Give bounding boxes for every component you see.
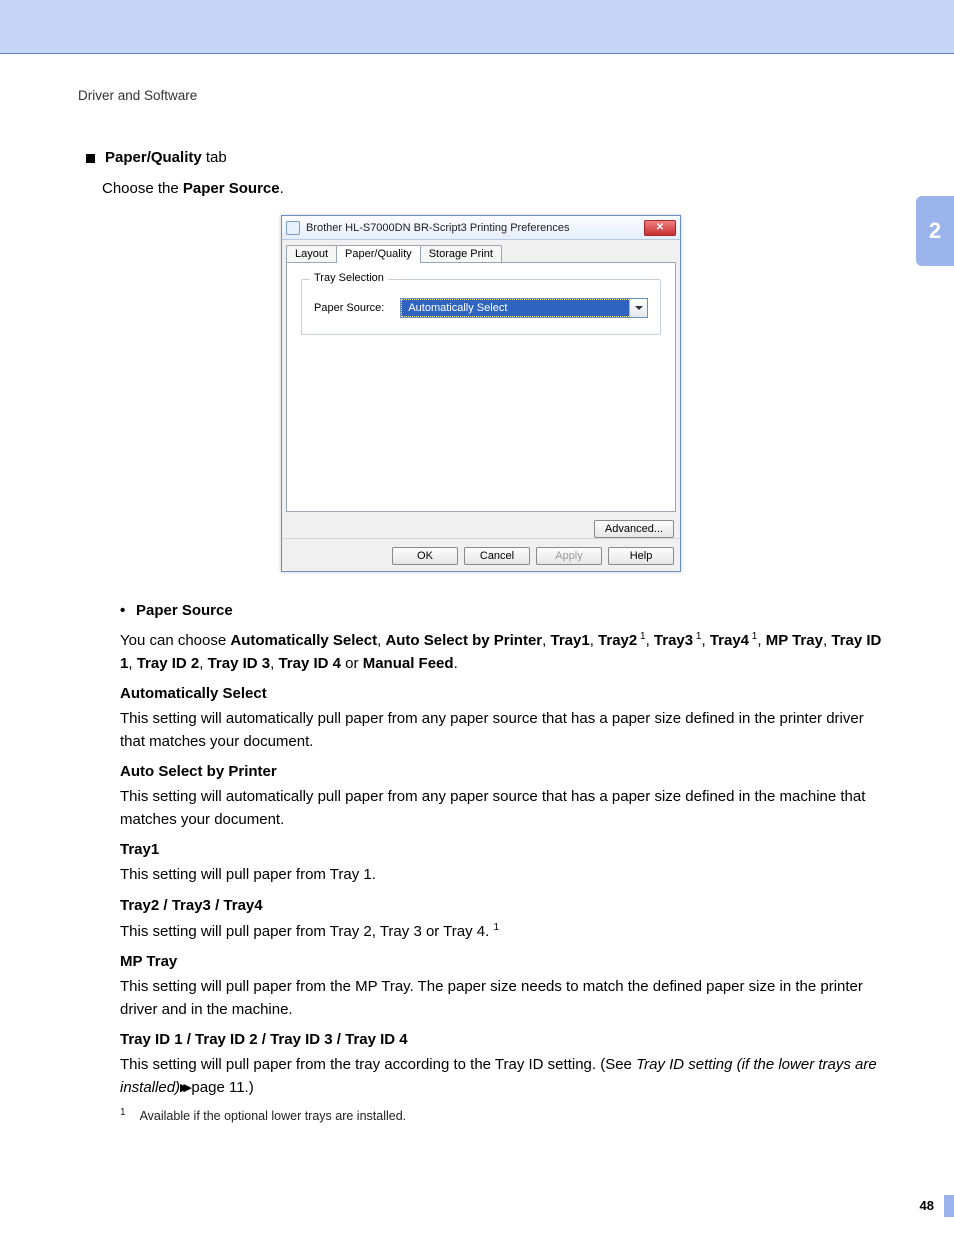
top-band xyxy=(0,0,954,54)
tray234-heading: Tray2 / Tray3 / Tray4 xyxy=(120,897,884,914)
page-number-tab xyxy=(944,1195,954,1217)
paper-source-heading: Paper Source xyxy=(120,602,884,619)
square-bullet-icon xyxy=(86,154,95,163)
page-number: 48 xyxy=(920,1198,934,1213)
paper-source-intro: You can choose Automatically Select, Aut… xyxy=(120,629,884,675)
auto-select-heading: Automatically Select xyxy=(120,685,884,702)
auto-printer-desc: This setting will automatically pull pap… xyxy=(120,786,884,831)
tray-id-heading: Tray ID 1 / Tray ID 2 / Tray ID 3 / Tray… xyxy=(120,1031,884,1048)
paper-source-label: Paper Source: xyxy=(314,302,384,314)
printing-preferences-dialog: Brother HL-S7000DN BR-Script3 Printing P… xyxy=(281,215,681,572)
tray234-desc: This setting will pull paper from Tray 2… xyxy=(120,920,884,944)
auto-select-desc: This setting will automatically pull pap… xyxy=(120,708,884,753)
auto-printer-heading: Auto Select by Printer xyxy=(120,763,884,780)
tray1-heading: Tray1 xyxy=(120,841,884,858)
footnote-text: Available if the optional lower trays ar… xyxy=(140,1109,407,1123)
heading-paper-quality: Paper/Quality tab xyxy=(86,149,884,166)
chevron-down-icon[interactable] xyxy=(629,299,647,317)
dialog-footer: OK Cancel Apply Help xyxy=(282,538,680,571)
breadcrumb: Driver and Software xyxy=(78,88,884,103)
heading-bold: Paper/Quality xyxy=(105,149,202,166)
close-icon[interactable]: ✕ xyxy=(644,220,676,236)
help-button[interactable]: Help xyxy=(608,547,674,565)
heading-suffix: tab xyxy=(202,149,227,166)
ok-button[interactable]: OK xyxy=(392,547,458,565)
advanced-button[interactable]: Advanced... xyxy=(594,520,674,538)
mp-tray-heading: MP Tray xyxy=(120,953,884,970)
cancel-button[interactable]: Cancel xyxy=(464,547,530,565)
choose-line: Choose the Paper Source. xyxy=(102,180,884,197)
dialog-titlebar: Brother HL-S7000DN BR-Script3 Printing P… xyxy=(282,216,680,240)
tab-panel: Tray Selection Paper Source: Automatical… xyxy=(286,262,676,512)
tray1-desc: This setting will pull paper from Tray 1… xyxy=(120,864,884,887)
dialog-tabs: Layout Paper/Quality Storage Print xyxy=(286,245,676,263)
tray-id-desc: This setting will pull paper from the tr… xyxy=(120,1054,884,1099)
dialog-title: Brother HL-S7000DN BR-Script3 Printing P… xyxy=(306,222,638,234)
tab-storage-print[interactable]: Storage Print xyxy=(420,245,502,263)
tab-paper-quality[interactable]: Paper/Quality xyxy=(336,245,421,263)
group-legend: Tray Selection xyxy=(310,272,388,284)
tray-selection-group: Tray Selection Paper Source: Automatical… xyxy=(301,279,661,335)
paper-source-value: Automatically Select xyxy=(401,299,629,317)
printer-icon xyxy=(286,221,300,235)
paper-source-block: Paper Source You can choose Automaticall… xyxy=(120,602,884,1123)
page-body: Driver and Software Paper/Quality tab Ch… xyxy=(0,54,954,1123)
footnote-num: 1 xyxy=(120,1107,126,1121)
tab-layout[interactable]: Layout xyxy=(286,245,337,263)
mp-tray-desc: This setting will pull paper from the MP… xyxy=(120,976,884,1021)
footnote: 1 Available if the optional lower trays … xyxy=(120,1109,884,1123)
apply-button[interactable]: Apply xyxy=(536,547,602,565)
paper-source-select[interactable]: Automatically Select xyxy=(400,298,648,318)
